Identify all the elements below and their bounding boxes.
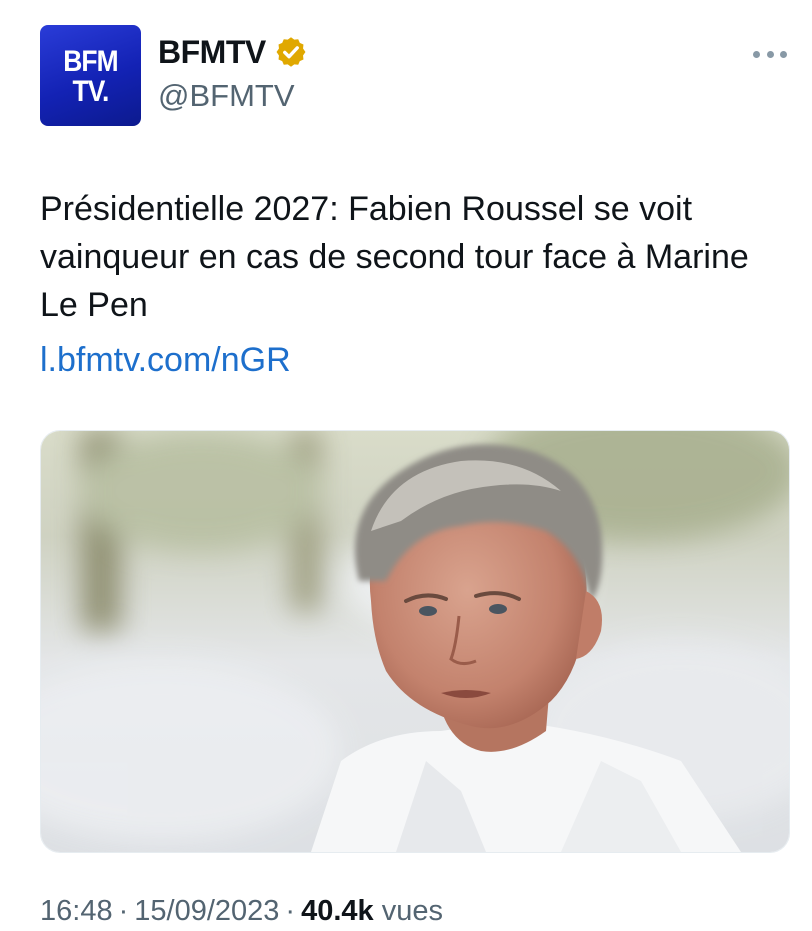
meta-separator: · xyxy=(118,895,129,927)
verified-badge-icon[interactable] xyxy=(274,35,308,69)
tweet-link[interactable]: l.bfmtv.com/nGR xyxy=(40,336,291,384)
name-row: BFMTV xyxy=(158,30,308,74)
tweet-photo[interactable] xyxy=(40,430,790,853)
tweet-text: Présidentielle 2027: Fabien Roussel se v… xyxy=(40,190,749,324)
more-options-icon[interactable] xyxy=(753,42,787,66)
display-name[interactable]: BFMTV xyxy=(158,34,266,71)
meta-separator: · xyxy=(285,895,296,927)
avatar-logo-line2: TV. xyxy=(72,75,109,108)
views-label: vues xyxy=(381,895,443,927)
tweet: BFM TV. BFMTV @BFMTV Présidentielle 2027… xyxy=(0,0,812,931)
tweet-meta: 16:48 · 15/09/2023 · 40.4k vues xyxy=(40,895,443,928)
tweet-date[interactable]: 15/09/2023 xyxy=(134,895,279,927)
tweet-time[interactable]: 16:48 xyxy=(40,895,113,927)
views-count: 40.4k xyxy=(301,895,374,927)
avatar[interactable]: BFM TV. xyxy=(40,25,141,126)
avatar-logo-line1: BFM xyxy=(63,45,118,78)
handle[interactable]: @BFMTV xyxy=(158,78,295,114)
